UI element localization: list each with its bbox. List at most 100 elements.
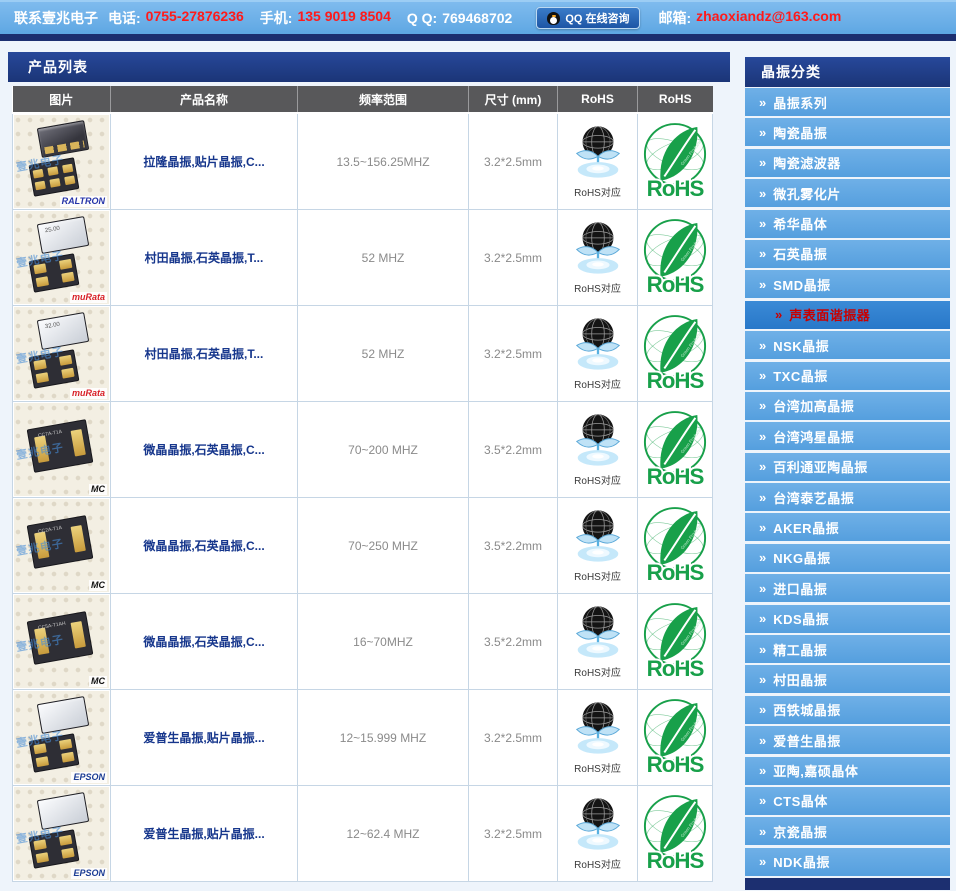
product-name-link[interactable]: 微晶晶振,石英晶振,C... bbox=[143, 635, 264, 649]
product-name-link[interactable]: 村田晶振,石英晶振,T... bbox=[145, 251, 264, 265]
product-image[interactable]: CC5A-T1AH 壹兆电子 MC bbox=[14, 595, 109, 688]
rohs-globe-icon: RoHS对应 bbox=[569, 603, 627, 679]
category-item[interactable]: » 精工晶振 bbox=[745, 635, 950, 663]
category-label: TXC晶振 bbox=[773, 366, 828, 385]
category-item[interactable]: » 爱普生晶振 bbox=[745, 726, 950, 754]
table-row: 壹兆电子 EPSON 爱普生晶振,贴片晶振... 12~15.999 MHZ 3… bbox=[13, 690, 713, 786]
product-image[interactable]: 壹兆电子 RALTRON bbox=[14, 115, 109, 208]
qq-online-chat-button[interactable]: QQ 在线咨询 bbox=[536, 7, 640, 29]
product-image[interactable]: CC2A-T1A 壹兆电子 MC bbox=[14, 499, 109, 592]
product-image[interactable]: 壹兆电子 EPSON bbox=[14, 787, 109, 880]
category-list: » 晶振系列 » 陶瓷晶振 » 陶瓷滤波器 » 微孔雾化片 » 希华晶体 » 石… bbox=[745, 88, 950, 876]
category-item[interactable]: » 百利通亚陶晶振 bbox=[745, 453, 950, 481]
category-item[interactable]: » 声表面谐振器 bbox=[745, 301, 950, 329]
category-item[interactable]: » TXC晶振 bbox=[745, 362, 950, 390]
category-item[interactable]: » 台湾加高晶振 bbox=[745, 392, 950, 420]
rohs-badge-label: RoHS对应 bbox=[569, 568, 627, 583]
rohs-badge-label: RoHS对应 bbox=[569, 472, 627, 487]
rohs-badge-label: RoHS对应 bbox=[569, 280, 627, 295]
product-image[interactable]: 壹兆电子 EPSON bbox=[14, 691, 109, 784]
category-item[interactable]: » NSK晶振 bbox=[745, 331, 950, 359]
product-image[interactable]: CC7A-T1A 壹兆电子 MC bbox=[14, 403, 109, 496]
rohs-logo-text: RoHS bbox=[647, 560, 705, 585]
category-item[interactable]: » NKG晶振 bbox=[745, 544, 950, 572]
product-name-link[interactable]: 微晶晶振,石英晶振,C... bbox=[143, 539, 264, 553]
rohs-logo-cell: Green Products RoHS bbox=[638, 210, 713, 306]
rohs-logo-cell: Green Products RoHS bbox=[638, 594, 713, 690]
product-list-title: 产品列表 bbox=[8, 52, 730, 82]
chevron-right-icon: » bbox=[759, 186, 766, 201]
category-item[interactable]: » 石英晶振 bbox=[745, 240, 950, 268]
category-item[interactable]: » KDS晶振 bbox=[745, 605, 950, 633]
product-image-cell: 壹兆电子 RALTRON bbox=[13, 113, 111, 210]
product-image[interactable]: 32.00 壹兆电子 muRata bbox=[14, 307, 109, 400]
size-value: 3.5*2.2mm bbox=[469, 402, 558, 498]
phone-number: 0755-27876236 bbox=[146, 8, 244, 28]
product-list-panel: 产品列表 图片产品名称频率范围尺寸 (mm)RoHSRoHS 壹兆电子 RALT… bbox=[8, 52, 730, 882]
rohs-badge-cell: RoHS对应 bbox=[558, 210, 638, 306]
category-item[interactable]: » AKER晶振 bbox=[745, 513, 950, 541]
chevron-right-icon: » bbox=[759, 642, 766, 657]
category-label: 西铁城晶振 bbox=[773, 700, 841, 719]
category-item[interactable]: » 亚陶,嘉硕晶体 bbox=[745, 757, 950, 785]
product-name-link[interactable]: 拉隆晶振,贴片晶振,C... bbox=[143, 155, 264, 169]
size-value: 3.5*2.2mm bbox=[469, 498, 558, 594]
chevron-right-icon: » bbox=[759, 550, 766, 565]
brand-label: MC bbox=[89, 676, 107, 687]
category-label: 京瓷晶振 bbox=[773, 822, 827, 841]
chevron-right-icon: » bbox=[759, 368, 766, 383]
product-name-cell: 爱普生晶振,贴片晶振... bbox=[111, 786, 298, 882]
mobile-number: 135 9019 8504 bbox=[297, 8, 390, 28]
product-name-cell: 微晶晶振,石英晶振,C... bbox=[111, 402, 298, 498]
category-label: NSK晶振 bbox=[773, 336, 829, 355]
product-name-link[interactable]: 微晶晶振,石英晶振,C... bbox=[143, 443, 264, 457]
category-item[interactable]: » 陶瓷滤波器 bbox=[745, 149, 950, 177]
category-item[interactable]: » 村田晶振 bbox=[745, 665, 950, 693]
product-name-link[interactable]: 爱普生晶振,贴片晶振... bbox=[143, 731, 264, 745]
rohs-logo-cell: Green Products RoHS bbox=[638, 786, 713, 882]
product-name-link[interactable]: 爱普生晶振,贴片晶振... bbox=[143, 827, 264, 841]
chip-top-graphic bbox=[37, 120, 89, 158]
product-name-cell: 村田晶振,石英晶振,T... bbox=[111, 210, 298, 306]
product-name-link[interactable]: 村田晶振,石英晶振,T... bbox=[145, 347, 264, 361]
category-item[interactable]: » SMD晶振 bbox=[745, 270, 950, 298]
category-item[interactable]: » 京瓷晶振 bbox=[745, 817, 950, 845]
rohs-logo-text: RoHS bbox=[647, 368, 705, 393]
frequency-value: 70~250 MHZ bbox=[298, 498, 469, 594]
chevron-right-icon: » bbox=[759, 490, 766, 505]
table-row: 25.00 壹兆电子 muRata 村田晶振,石英晶振,T... 52 MHZ … bbox=[13, 210, 713, 306]
category-label: 微孔雾化片 bbox=[773, 184, 841, 203]
category-item[interactable]: » 晶振系列 bbox=[745, 88, 950, 116]
product-image-cell: CC5A-T1AH 壹兆电子 MC bbox=[13, 594, 111, 690]
chevron-right-icon: » bbox=[759, 125, 766, 140]
product-name-cell: 拉隆晶振,贴片晶振,C... bbox=[111, 113, 298, 210]
email-link[interactable]: zhaoxiandz@163.com bbox=[696, 8, 841, 28]
category-item[interactable]: » 陶瓷晶振 bbox=[745, 118, 950, 146]
frequency-value: 16~70MHZ bbox=[298, 594, 469, 690]
chip-top-graphic bbox=[37, 696, 89, 734]
product-table-body: 壹兆电子 RALTRON 拉隆晶振,贴片晶振,C... 13.5~156.25M… bbox=[13, 113, 713, 882]
table-row: CC7A-T1A 壹兆电子 MC 微晶晶振,石英晶振,C... 70~200 M… bbox=[13, 402, 713, 498]
category-item[interactable]: » 进口晶振 bbox=[745, 574, 950, 602]
size-value: 3.2*2.5mm bbox=[469, 786, 558, 882]
chevron-right-icon: » bbox=[759, 216, 766, 231]
category-item[interactable]: » 微孔雾化片 bbox=[745, 179, 950, 207]
product-image[interactable]: 25.00 壹兆电子 muRata bbox=[14, 211, 109, 304]
category-label: 进口晶振 bbox=[773, 579, 827, 598]
category-item[interactable]: » NDK晶振 bbox=[745, 848, 950, 876]
rohs-green-logo-icon: Green Products RoHS bbox=[642, 213, 708, 297]
chevron-right-icon: » bbox=[759, 338, 766, 353]
category-item[interactable]: » CTS晶体 bbox=[745, 787, 950, 815]
chevron-right-icon: » bbox=[759, 702, 766, 717]
category-item[interactable]: » 台湾鸿星晶振 bbox=[745, 422, 950, 450]
table-header-row: 图片产品名称频率范围尺寸 (mm)RoHSRoHS bbox=[13, 86, 713, 113]
category-item[interactable]: » 希华晶体 bbox=[745, 210, 950, 238]
product-image-cell: CC7A-T1A 壹兆电子 MC bbox=[13, 402, 111, 498]
category-item[interactable]: » 台湾泰艺晶振 bbox=[745, 483, 950, 511]
category-label: 台湾鸿星晶振 bbox=[773, 427, 854, 446]
category-item[interactable]: » 西铁城晶振 bbox=[745, 696, 950, 724]
frequency-value: 70~200 MHZ bbox=[298, 402, 469, 498]
chevron-right-icon: » bbox=[759, 611, 766, 626]
rohs-logo-cell: Green Products RoHS bbox=[638, 113, 713, 210]
category-label: 百利通亚陶晶振 bbox=[773, 457, 868, 476]
